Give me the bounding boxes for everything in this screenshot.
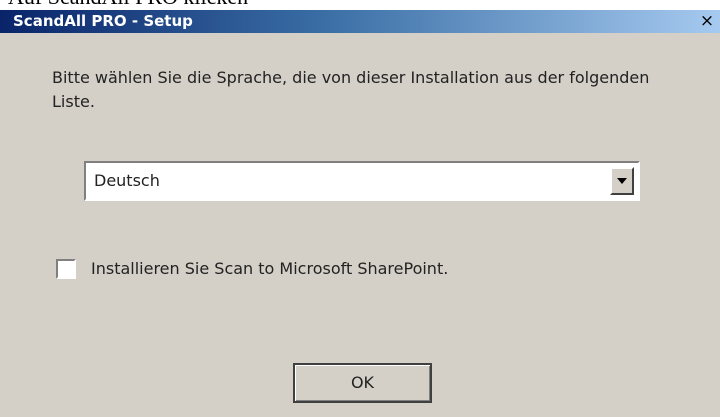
language-select[interactable]: Deutsch <box>84 161 640 201</box>
sharepoint-checkbox-label[interactable]: Installieren Sie Scan to Microsoft Share… <box>91 258 448 280</box>
page: Auf ScandAll PRO klicken ScandAll PRO - … <box>0 0 720 417</box>
setup-dialog: Bitte wählen Sie die Sprache, die von di… <box>0 33 720 417</box>
language-select-value: Deutsch <box>94 171 160 190</box>
close-icon[interactable]: × <box>696 11 718 31</box>
window-title: ScandAll PRO - Setup <box>13 12 193 30</box>
dropdown-button[interactable] <box>610 167 634 195</box>
ok-button[interactable]: OK <box>293 363 432 403</box>
window-titlebar[interactable]: ScandAll PRO - Setup × <box>0 10 720 33</box>
document-heading: Auf ScandAll PRO klicken <box>8 0 248 8</box>
chevron-down-icon <box>617 178 627 184</box>
sharepoint-checkbox[interactable] <box>56 259 76 279</box>
language-instruction: Bitte wählen Sie die Sprache, die von di… <box>52 68 650 111</box>
